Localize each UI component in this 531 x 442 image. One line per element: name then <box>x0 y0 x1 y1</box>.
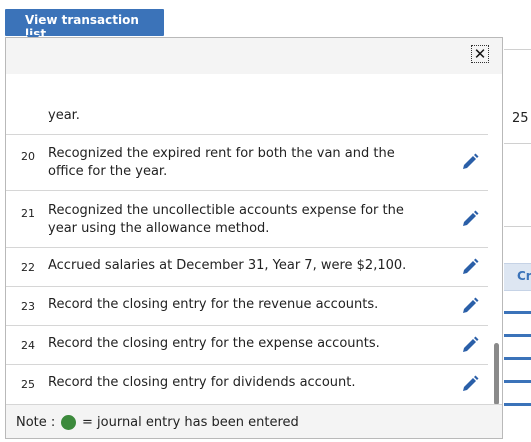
transaction-list: year. 20 Recognized the expired rent for… <box>6 74 488 404</box>
legend-note: Note : = journal entry has been entered <box>6 404 502 438</box>
background-input-line[interactable] <box>504 357 531 360</box>
note-text: = journal entry has been entered <box>82 415 299 430</box>
transaction-description: Record the closing entry for the revenue… <box>48 297 379 312</box>
background-divider <box>504 143 531 144</box>
background-input-line[interactable] <box>504 403 531 406</box>
background-input-line[interactable] <box>504 334 531 337</box>
view-transaction-list-button[interactable]: View transaction list <box>5 9 164 41</box>
panel-header: ✕ <box>6 38 502 74</box>
pencil-icon[interactable] <box>460 374 480 394</box>
transaction-description: Recognized the uncollectible accounts ex… <box>48 203 404 236</box>
background-value: 25 <box>512 111 529 126</box>
list-item: 25 Record the closing entry for dividend… <box>6 365 488 403</box>
background-input-line[interactable] <box>504 311 531 314</box>
list-item: 22 Accrued salaries at December 31, Year… <box>6 248 488 287</box>
pencil-icon[interactable] <box>460 152 480 172</box>
close-icon[interactable]: ✕ <box>471 45 489 63</box>
list-item: 24 Record the closing entry for the expe… <box>6 326 488 365</box>
transaction-description: Record the closing entry for the expense… <box>48 336 380 351</box>
transaction-number: 25 <box>21 378 35 391</box>
pencil-icon[interactable] <box>460 209 480 229</box>
transaction-description: Record the closing entry for dividends a… <box>48 375 356 390</box>
list-item: 21 Recognized the uncollectible accounts… <box>6 191 488 248</box>
list-item: 20 Recognized the expired rent for both … <box>6 134 488 191</box>
background-input-line[interactable] <box>504 380 531 383</box>
transaction-description: year. <box>48 108 80 123</box>
transaction-description: Accrued salaries at December 31, Year 7,… <box>48 258 407 273</box>
background-table-header: Cr <box>504 263 531 291</box>
transaction-number: 23 <box>21 300 35 313</box>
transaction-list-panel: ✕ year. 20 Recognized the expired rent f… <box>5 37 503 439</box>
scrollbar-thumb[interactable] <box>494 343 499 405</box>
list-item: year. <box>6 74 488 135</box>
pencil-icon[interactable] <box>460 257 480 277</box>
background-divider <box>504 49 531 50</box>
transaction-description: Recognized the expired rent for both the… <box>48 146 395 179</box>
transaction-number: 24 <box>21 339 35 352</box>
list-item: 23 Record the closing entry for the reve… <box>6 287 488 326</box>
transaction-number: 20 <box>21 150 35 163</box>
note-label: Note : <box>16 415 56 430</box>
entered-status-dot <box>61 415 76 430</box>
pencil-icon[interactable] <box>460 335 480 355</box>
pencil-icon[interactable] <box>460 296 480 316</box>
background-divider <box>504 226 531 227</box>
transaction-number: 21 <box>21 207 35 220</box>
background-header-label: Cr <box>517 269 531 283</box>
transaction-number: 22 <box>21 261 35 274</box>
